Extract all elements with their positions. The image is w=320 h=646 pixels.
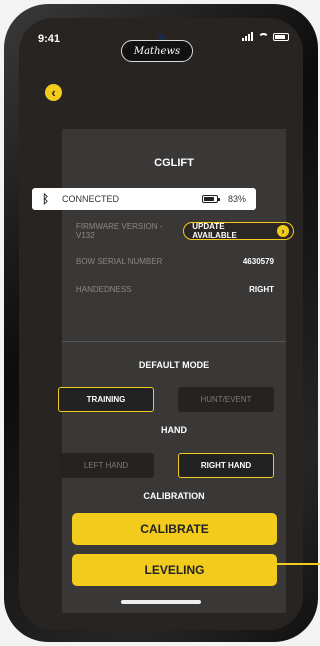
serial-row: BOW SERIAL NUMBER 4630579: [76, 257, 274, 266]
hand-option-right[interactable]: RIGHT HAND: [178, 453, 274, 478]
back-button[interactable]: ‹: [45, 84, 62, 101]
signal-icon: [242, 32, 254, 41]
callout-line: [258, 563, 320, 565]
mode-option-hunt-event[interactable]: HUNT/EVENT: [178, 387, 274, 412]
chevron-right-icon: ›: [277, 225, 289, 237]
phone-frame: 9:41 Mathews ‹ CGLIFT ᛒ CONNECTED 83% FI…: [4, 4, 318, 642]
wifi-icon: [258, 32, 269, 41]
device-title: CGLIFT: [154, 157, 194, 169]
calibrate-button[interactable]: CALIBRATE: [72, 513, 277, 545]
serial-value: 4630579: [242, 257, 274, 266]
chevron-left-icon: ‹: [51, 85, 56, 100]
serial-label: BOW SERIAL NUMBER: [76, 257, 163, 266]
battery-icon: [273, 32, 289, 41]
handedness-label: HANDEDNESS: [76, 285, 132, 294]
home-indicator[interactable]: [121, 600, 201, 604]
update-available-button[interactable]: UPDATE AVAILABLE ›: [183, 222, 294, 240]
section-divider: [62, 341, 286, 342]
app-screen: 9:41 Mathews ‹ CGLIFT ᛒ CONNECTED 83% FI…: [19, 18, 303, 630]
connection-status-bar: ᛒ CONNECTED 83%: [32, 188, 256, 210]
bluetooth-icon: ᛒ: [42, 192, 50, 206]
hand-label: HAND: [161, 425, 187, 435]
device-settings-card: CGLIFT ᛒ CONNECTED 83% FIRMWARE VERSION …: [32, 129, 294, 613]
device-battery-icon: [201, 195, 220, 203]
handedness-value: RIGHT: [249, 285, 274, 294]
status-time: 9:41: [38, 33, 61, 45]
brand-logo: Mathews: [121, 40, 193, 62]
connection-status: CONNECTED: [62, 194, 120, 204]
mode-option-training[interactable]: TRAINING: [58, 387, 154, 412]
firmware-label: FIRMWARE VERSION - V132: [76, 222, 163, 240]
handedness-row: HANDEDNESS RIGHT: [76, 285, 274, 294]
firmware-row: FIRMWARE VERSION - V132 UPDATE AVAILABLE…: [76, 222, 294, 240]
default-mode-label: DEFAULT MODE: [138, 360, 210, 370]
system-icons: [242, 32, 289, 41]
calibration-label: CALIBRATION: [143, 491, 205, 501]
leveling-button[interactable]: LEVELING: [72, 554, 277, 586]
device-battery-percent: 83%: [227, 194, 246, 204]
hand-option-left[interactable]: LEFT HAND: [58, 453, 154, 478]
update-available-label: UPDATE AVAILABLE: [192, 222, 237, 240]
